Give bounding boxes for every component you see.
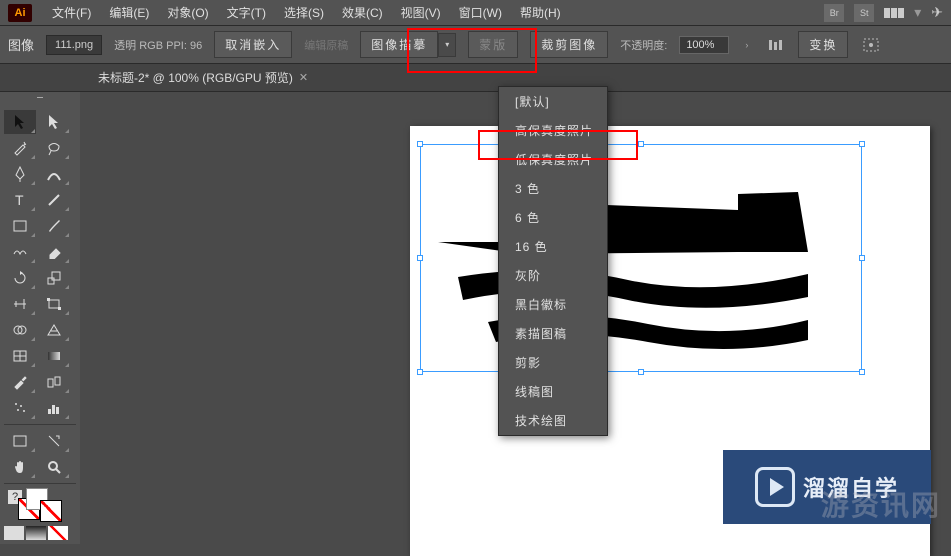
mask-button[interactable]: 蒙版 [468,31,518,58]
arrange-documents-icon[interactable] [884,8,904,18]
rotate-tool[interactable] [4,266,36,290]
paintbrush-tool[interactable] [38,214,70,238]
trace-preset-item[interactable]: 线稿图 [499,377,607,406]
slice-tool[interactable] [38,429,70,453]
artboard-tool[interactable] [4,429,36,453]
svg-text:T: T [15,193,24,207]
menu-file[interactable]: 文件(F) [44,0,99,25]
eraser-tool[interactable] [38,240,70,264]
trace-preset-item[interactable]: 剪影 [499,348,607,377]
type-tool[interactable]: T [4,188,36,212]
blend-tool[interactable] [38,370,70,394]
symbol-sprayer-tool[interactable] [4,396,36,420]
shape-builder-tool[interactable] [4,318,36,342]
selection-tool[interactable] [4,110,36,134]
hand-tool[interactable] [4,455,36,479]
menu-effect[interactable]: 效果(C) [334,0,391,25]
selection-handle[interactable] [859,141,865,147]
image-trace-dropdown-button[interactable]: ▾ [438,33,456,57]
tools-panel: T ? [0,92,80,544]
unembed-button[interactable]: 取消嵌入 [214,31,292,58]
trace-preset-item[interactable]: 素描图稿 [499,319,607,348]
image-info-label: 透明 RGB PPI: 96 [114,37,202,53]
selection-handle[interactable] [638,369,644,375]
transform-button[interactable]: 变换 [798,31,848,58]
panel-grip-icon[interactable] [4,96,76,106]
lasso-tool[interactable] [38,136,70,160]
gpu-preview-icon[interactable]: ✈ [931,4,943,21]
trace-preset-item[interactable]: [默认] [499,87,607,116]
isolate-icon[interactable] [860,35,882,55]
play-icon [755,467,795,507]
filename-label: 111.png [55,39,93,51]
opacity-field[interactable]: 100% [679,36,729,54]
menu-window[interactable]: 窗口(W) [451,0,510,25]
selection-handle[interactable] [417,255,423,261]
trace-preset-item[interactable]: 灰阶 [499,261,607,290]
eyedropper-tool[interactable] [4,370,36,394]
tab-title: 未标题-2* @ 100% (RGB/GPU 预览) [98,69,293,86]
watermark-faded-text: 游资讯网 [821,484,941,524]
line-segment-tool[interactable] [38,188,70,212]
free-transform-tool[interactable] [38,292,70,316]
trace-preset-item[interactable]: 技术绘图 [499,406,607,435]
menu-edit[interactable]: 编辑(E) [101,0,157,25]
opacity-caret-icon[interactable]: › [741,40,752,50]
selection-handle[interactable] [859,369,865,375]
mesh-tool[interactable] [4,344,36,368]
document-tab[interactable]: 未标题-2* @ 100% (RGB/GPU 预览) ✕ [88,64,318,91]
trace-preset-item[interactable]: 黑白徽标 [499,290,607,319]
column-graph-tool[interactable] [38,396,70,420]
close-tab-icon[interactable]: ✕ [299,71,308,84]
linked-file-box[interactable]: 111.png [46,35,102,55]
perspective-grid-tool[interactable] [38,318,70,342]
image-trace-button[interactable]: 图像描摹 [360,31,438,58]
align-icon[interactable] [764,35,786,55]
zoom-tool[interactable] [38,455,70,479]
magic-wand-tool[interactable] [4,136,36,160]
selection-handle[interactable] [417,141,423,147]
opacity-label: 不透明度: [620,37,667,53]
curvature-tool[interactable] [38,162,70,186]
width-tool[interactable] [4,292,36,316]
stock-icon[interactable]: St [854,4,874,22]
document-tab-bar: 未标题-2* @ 100% (RGB/GPU 预览) ✕ [0,64,951,92]
fill-stroke-swatches[interactable]: ? [4,488,76,522]
selection-handle[interactable] [859,255,865,261]
selection-type-label: 图像 [8,35,34,54]
gradient-mode-icon[interactable] [26,526,46,540]
scale-tool[interactable] [38,266,70,290]
menu-view[interactable]: 视图(V) [393,0,449,25]
gradient-tool[interactable] [38,344,70,368]
selection-handle[interactable] [417,369,423,375]
pen-tool[interactable] [4,162,36,186]
menu-select[interactable]: 选择(S) [276,0,332,25]
color-mode-icon[interactable] [4,526,24,540]
image-trace-preset-menu: [默认] 高保真度照片 低保真度照片 3 色 6 色 16 色 灰阶 黑白徽标 … [498,86,608,436]
menu-help[interactable]: 帮助(H) [512,0,569,25]
stroke-none-swatch[interactable] [40,500,62,522]
ai-logo: Ai [8,4,32,22]
selection-handle[interactable] [638,141,644,147]
direct-selection-tool[interactable] [38,110,70,134]
dropdown-caret-icon[interactable]: ▾ [914,4,921,21]
trace-preset-item[interactable]: 6 色 [499,203,607,232]
menu-object[interactable]: 对象(O) [159,0,216,25]
trace-preset-item[interactable]: 低保真度照片 [499,145,607,174]
trace-preset-item[interactable]: 16 色 [499,232,607,261]
selection-bounding-box [420,144,862,372]
edit-original-button: 编辑原稿 [304,37,348,53]
trace-preset-item[interactable]: 3 色 [499,174,607,203]
rectangle-tool[interactable] [4,214,36,238]
shaper-tool[interactable] [4,240,36,264]
none-mode-icon[interactable] [48,526,68,540]
trace-preset-item[interactable]: 高保真度照片 [499,116,607,145]
menu-bar: Ai 文件(F) 编辑(E) 对象(O) 文字(T) 选择(S) 效果(C) 视… [0,0,951,26]
bridge-icon[interactable]: Br [824,4,844,22]
options-bar: 图像 111.png 透明 RGB PPI: 96 取消嵌入 编辑原稿 图像描摹… [0,26,951,64]
crop-image-button[interactable]: 裁剪图像 [530,31,608,58]
menu-type[interactable]: 文字(T) [219,0,274,25]
